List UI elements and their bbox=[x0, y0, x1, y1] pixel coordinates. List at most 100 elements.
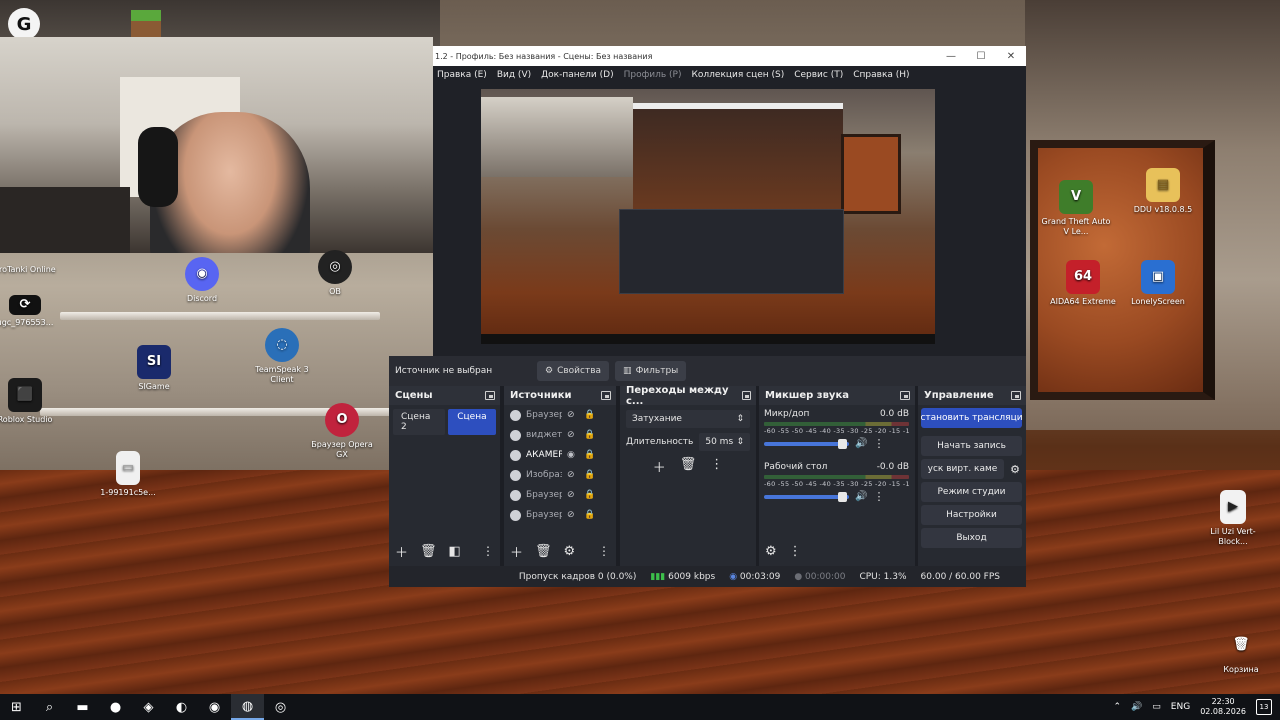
explorer-icon[interactable]: ▬ bbox=[66, 694, 99, 720]
network-icon[interactable]: ▭ bbox=[1152, 702, 1161, 712]
gear-icon[interactable]: ⚙ bbox=[1008, 459, 1022, 479]
minecraft-icon[interactable] bbox=[131, 10, 161, 38]
notification-icon[interactable]: 13 bbox=[1256, 699, 1272, 715]
menu-item[interactable]: Док-панели (D) bbox=[541, 70, 613, 80]
more-icon[interactable]: ⋮ bbox=[482, 544, 494, 558]
lock-icon[interactable]: 🔒 bbox=[584, 450, 595, 460]
undock-icon[interactable] bbox=[741, 391, 751, 400]
add-transition-icon[interactable]: ＋ bbox=[653, 457, 666, 476]
more-icon[interactable]: ⋮ bbox=[598, 544, 610, 558]
more-icon[interactable]: ⋮ bbox=[873, 490, 884, 503]
discord-icon[interactable]: ◉ bbox=[198, 694, 231, 720]
lock-icon[interactable]: 🔒 bbox=[584, 510, 595, 520]
source-item[interactable]: Изобраз ⊘ 🔒 bbox=[504, 465, 616, 485]
desktop-icon-aida64[interactable]: 64 AIDA64 Extreme bbox=[1046, 260, 1120, 307]
program-preview[interactable] bbox=[481, 89, 935, 344]
desktop-icon-protanki[interactable]: ProTanki Online bbox=[0, 228, 62, 275]
more-icon[interactable]: ⋮ bbox=[873, 437, 884, 450]
desktop-icon-discord[interactable]: ◉ Discord bbox=[165, 257, 239, 304]
lock-icon[interactable]: 🔒 bbox=[584, 410, 595, 420]
eye-off-icon[interactable]: ⊘ bbox=[567, 470, 579, 480]
volume-slider[interactable] bbox=[764, 438, 849, 449]
menu-item[interactable]: Коллекция сцен (S) bbox=[692, 70, 785, 80]
speaker-icon[interactable]: 🔊 bbox=[855, 491, 867, 502]
filters-button[interactable]: ▥ Фильтры bbox=[615, 361, 687, 381]
slider-handle[interactable] bbox=[838, 438, 847, 449]
language-indicator[interactable]: ENG bbox=[1171, 702, 1190, 712]
volume-slider[interactable] bbox=[764, 491, 849, 502]
more-icon[interactable]: ⋮ bbox=[789, 544, 802, 559]
studio-mode-button[interactable]: Режим студии bbox=[921, 482, 1022, 502]
eye-off-icon[interactable]: ⊘ bbox=[567, 430, 579, 440]
start-stream-button[interactable]: становить трансляци bbox=[921, 408, 1022, 428]
mixer-settings-icon[interactable]: ⚙ bbox=[765, 544, 777, 559]
menu-item[interactable]: Правка (E) bbox=[437, 70, 487, 80]
lock-icon[interactable]: 🔒 bbox=[584, 430, 595, 440]
eye-off-icon[interactable]: ⊘ bbox=[567, 490, 579, 500]
remove-transition-icon[interactable]: 🗑 bbox=[680, 457, 697, 476]
source-settings-icon[interactable]: ⚙ bbox=[564, 544, 576, 559]
chrome-icon[interactable]: ◍ bbox=[231, 694, 264, 720]
source-item[interactable]: Браузер ⊘ 🔒 bbox=[504, 405, 616, 425]
desktop-icon-roblox[interactable]: ⬛ Roblox Studio bbox=[0, 378, 62, 425]
desktop-icon-ugc[interactable]: ⟳ ugc_976553... bbox=[0, 295, 62, 328]
properties-button[interactable]: ⚙ Свойства bbox=[537, 361, 610, 381]
spotify-icon[interactable]: ● bbox=[99, 694, 132, 720]
remove-scene-icon[interactable]: 🗑 bbox=[420, 544, 437, 559]
eye-off-icon[interactable]: ⊘ bbox=[567, 410, 579, 420]
undock-icon[interactable] bbox=[485, 391, 495, 400]
lock-icon[interactable]: 🔒 bbox=[584, 490, 595, 500]
start-recording-button[interactable]: Начать запись bbox=[921, 436, 1022, 456]
chevron-up-icon[interactable]: ⌃ bbox=[1114, 702, 1122, 712]
app-icon[interactable]: ◈ bbox=[132, 694, 165, 720]
transition-select[interactable]: Затухание ⇕ bbox=[626, 410, 750, 428]
source-item[interactable]: виджет ⊘ 🔒 bbox=[504, 425, 616, 445]
remove-source-icon[interactable]: 🗑 bbox=[535, 544, 552, 559]
slider-handle[interactable] bbox=[838, 491, 847, 502]
search-icon[interactable]: ⌕ bbox=[33, 694, 66, 720]
close-button[interactable]: ✕ bbox=[996, 46, 1026, 66]
settings-button[interactable]: Настройки bbox=[921, 505, 1022, 525]
menu-item[interactable]: Профиль (P) bbox=[624, 70, 682, 80]
obs-titlebar[interactable]: 1.2 - Профиль: Без названия - Сцены: Без… bbox=[433, 46, 1026, 66]
maximize-button[interactable]: ☐ bbox=[966, 46, 996, 66]
source-item[interactable]: Браузер ⊘ 🔒 bbox=[504, 505, 616, 525]
clock[interactable]: 22:30 02.08.2026 bbox=[1200, 697, 1246, 717]
speaker-icon[interactable]: 🔊 bbox=[855, 438, 867, 449]
virtual-camera-button[interactable]: уск вирт. каме bbox=[921, 459, 1004, 479]
menu-item[interactable]: Сервис (T) bbox=[794, 70, 843, 80]
scene-filter-icon[interactable]: ◧ bbox=[449, 544, 461, 559]
add-source-icon[interactable]: ＋ bbox=[510, 542, 523, 561]
more-icon[interactable]: ⋮ bbox=[710, 457, 723, 476]
desktop-icon-opera[interactable]: O Браузер Opera GX bbox=[305, 403, 379, 460]
desktop-icon-recycle-bin[interactable]: 🗑 Корзина bbox=[1204, 628, 1278, 675]
desktop-icon-sigame[interactable]: SI SIGame bbox=[117, 345, 191, 392]
obs-icon[interactable]: ◎ bbox=[264, 694, 297, 720]
eye-icon[interactable]: ◉ bbox=[567, 450, 579, 460]
volume-icon[interactable]: 🔊 bbox=[1131, 702, 1142, 712]
eye-off-icon[interactable]: ⊘ bbox=[567, 510, 579, 520]
add-scene-icon[interactable]: ＋ bbox=[395, 542, 408, 561]
steam-icon[interactable]: ◐ bbox=[165, 694, 198, 720]
duration-input[interactable]: 50 ms ⇕ bbox=[699, 433, 750, 451]
desktop-icon-lonelyscreen[interactable]: ▣ LonelyScreen bbox=[1121, 260, 1195, 307]
start-icon[interactable]: ⊞ bbox=[0, 694, 33, 720]
desktop-icon-file[interactable]: ▭ 1-99191c5e... bbox=[91, 451, 165, 498]
scene-item[interactable]: Сцена 2 bbox=[393, 409, 445, 435]
undock-icon[interactable] bbox=[601, 391, 611, 400]
desktop-icon-gta[interactable]: V Grand Theft Auto V Le... bbox=[1039, 180, 1113, 237]
undock-icon[interactable] bbox=[1011, 391, 1021, 400]
undock-icon[interactable] bbox=[900, 391, 910, 400]
menu-item[interactable]: Вид (V) bbox=[497, 70, 531, 80]
exit-button[interactable]: Выход bbox=[921, 528, 1022, 548]
desktop-icon-obs[interactable]: ◎ OB bbox=[298, 250, 372, 297]
desktop-icon-teamspeak[interactable]: ◌ TeamSpeak 3 Client bbox=[245, 328, 319, 385]
desktop-icon-media[interactable]: ▶ Lil Uzi Vert-Block... bbox=[1196, 490, 1270, 547]
source-item[interactable]: АКАМЕР. ◉ 🔒 bbox=[504, 445, 616, 465]
menu-item[interactable]: Справка (H) bbox=[853, 70, 909, 80]
logitech-icon[interactable]: G bbox=[8, 8, 40, 40]
desktop-icon-ddu[interactable]: ▤ DDU v18.0.8.5 bbox=[1126, 168, 1200, 215]
minimize-button[interactable]: — bbox=[936, 46, 966, 66]
lock-icon[interactable]: 🔒 bbox=[584, 470, 595, 480]
scene-item-active[interactable]: Сцена bbox=[447, 409, 496, 435]
